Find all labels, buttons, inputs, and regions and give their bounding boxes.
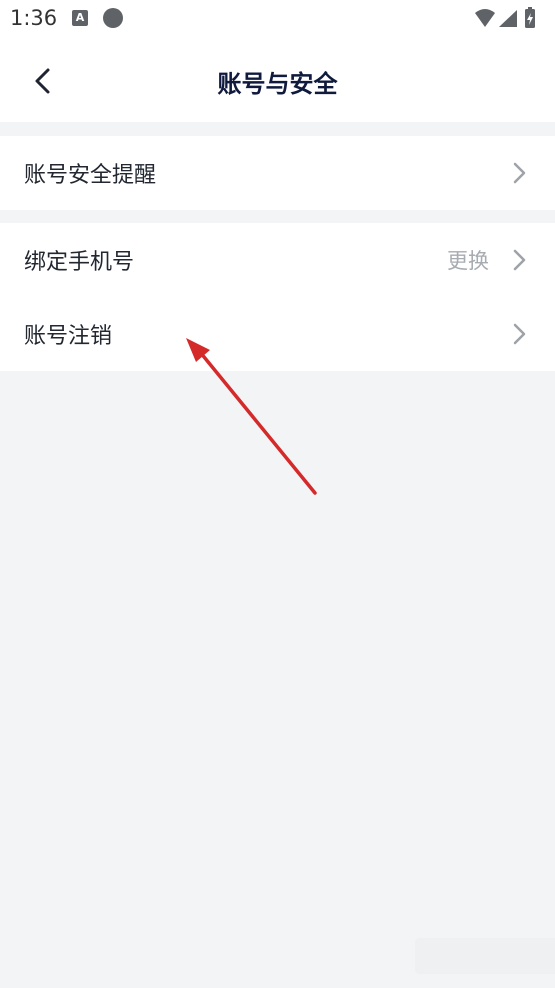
- row-account-cancellation[interactable]: 账号注销: [0, 297, 555, 371]
- dot-icon: [103, 8, 123, 28]
- status-right-icons: [473, 7, 545, 31]
- signal-icon: [499, 10, 517, 27]
- chevron-right-icon: [513, 249, 526, 271]
- settings-group-account: 绑定手机号 更换 账号注销: [0, 223, 555, 371]
- home-indicator: [415, 938, 555, 974]
- row-account-security-reminder[interactable]: 账号安全提醒: [0, 136, 555, 210]
- status-bar: 1:36 A: [0, 0, 555, 38]
- chevron-right-icon: [513, 162, 526, 184]
- chevron-right-icon: [513, 323, 526, 345]
- page-title: 账号与安全: [217, 70, 338, 98]
- a-app-icon: A: [72, 10, 88, 26]
- header: 账号与安全: [0, 38, 555, 122]
- row-value-change: 更换: [447, 249, 489, 273]
- row-bind-phone[interactable]: 绑定手机号 更换: [0, 223, 555, 297]
- settings-group-reminder: 账号安全提醒: [0, 136, 555, 210]
- row-label: 账号注销: [24, 324, 113, 349]
- status-time: 1:36: [10, 6, 58, 30]
- row-label: 绑定手机号: [24, 250, 135, 275]
- battery-icon: [525, 7, 535, 28]
- wifi-icon: [475, 9, 495, 27]
- row-label: 账号安全提醒: [24, 163, 157, 188]
